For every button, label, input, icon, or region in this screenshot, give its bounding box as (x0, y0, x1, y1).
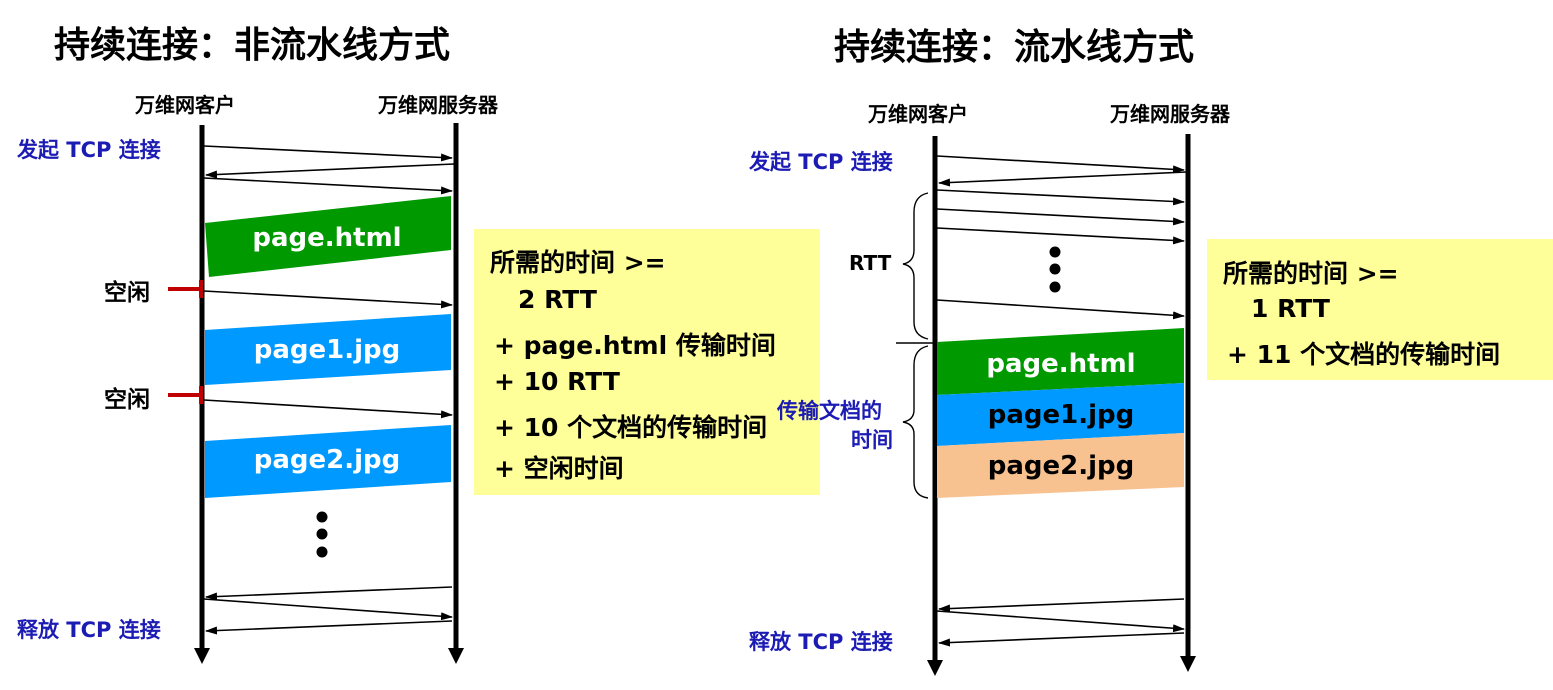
left-request-arrow-3 (203, 399, 453, 419)
left-server-label: 万维网服务器 (378, 93, 498, 117)
left-request-arrow-2 (203, 290, 453, 309)
right-server-label: 万维网服务器 (1110, 102, 1230, 126)
left-fin-arrow-2 (203, 598, 453, 621)
idle-label: 空闲 (104, 387, 150, 413)
left-syn-arrow (203, 145, 453, 162)
time-box-line: 所需的时间 >= (490, 248, 666, 277)
transfer-time-label: 传输文档的 (777, 399, 882, 423)
ellipsis-dot (1049, 263, 1061, 275)
time-box-line: + 11 个文档的传输时间 (1227, 340, 1501, 369)
time-box-line: 2 RTT (518, 285, 597, 314)
right-close-tcp-label: 释放 TCP 连接 (749, 630, 893, 654)
left-server-timeline-arrow (448, 648, 464, 664)
right-fin-arrow-1 (938, 598, 1185, 613)
right-syn-arrow (936, 155, 1185, 174)
left-time-box: 所需的时间 >= 2 RTT + page.html 传输时间 + 10 RTT… (474, 229, 820, 495)
right-fin-arrow-2 (936, 610, 1185, 633)
time-box-line: + 10 个文档的传输时间 (494, 413, 768, 442)
time-box-line: 1 RTT (1251, 294, 1330, 323)
time-box-line: 所需的时间 >= (1223, 259, 1399, 288)
right-client-timeline-arrow (927, 660, 943, 676)
left-request-arrow-1 (203, 177, 453, 195)
right-client-label: 万维网客户 (868, 102, 968, 126)
transfer-brace (902, 345, 929, 499)
right-server-timeline-arrow (1180, 656, 1196, 672)
block-label-page2-jpg: page2.jpg (253, 445, 401, 475)
transfer-time-label: 时间 (851, 428, 893, 452)
block-label-page-html: page.html (252, 223, 402, 253)
ellipsis-dot (316, 511, 328, 523)
ellipsis-dot (1049, 246, 1061, 258)
ellipsis-dot (316, 528, 328, 540)
left-open-tcp-label: 发起 TCP 连接 (17, 138, 161, 162)
left-client-label: 万维网客户 (135, 93, 235, 117)
ellipsis-dot (316, 546, 328, 558)
rtt-label: RTT (849, 251, 892, 275)
right-request-arrow-3 (936, 227, 1185, 245)
left-fin-arrow-3 (205, 620, 453, 635)
time-box-line: + 10 RTT (494, 367, 620, 396)
block-label-page1-jpg: page1.jpg (987, 400, 1135, 430)
right-request-arrow-2 (936, 208, 1185, 226)
right-time-box: 所需的时间 >= 1 RTT + 11 个文档的传输时间 (1207, 239, 1553, 380)
ellipsis-dot (1049, 281, 1061, 293)
time-box-line: + page.html 传输时间 (494, 331, 776, 360)
left-fin-arrow-1 (205, 586, 453, 601)
right-open-tcp-label: 发起 TCP 连接 (749, 150, 893, 174)
right-fin-arrow-3 (938, 632, 1185, 647)
right-synack-arrow (938, 171, 1187, 187)
left-client-timeline-arrow (194, 648, 210, 664)
rtt-brace (902, 192, 929, 340)
block-label-page-html: page.html (986, 349, 1136, 379)
right-request-arrow-1 (936, 189, 1185, 206)
right-request-arrow-4 (936, 299, 1185, 320)
time-box-line: + 空闲时间 (494, 454, 624, 483)
left-synack-arrow (205, 163, 455, 179)
block-label-page2-jpg: page2.jpg (987, 451, 1135, 481)
idle-label: 空闲 (104, 280, 150, 306)
left-close-tcp-label: 释放 TCP 连接 (17, 618, 161, 642)
block-label-page1-jpg: page1.jpg (253, 335, 401, 365)
